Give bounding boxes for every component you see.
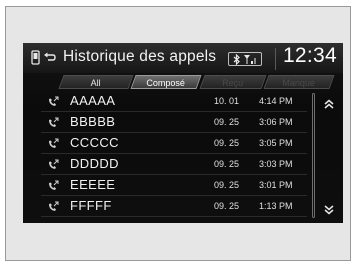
connection-status bbox=[228, 52, 262, 66]
outgoing-call-icon bbox=[49, 117, 59, 127]
contact-name: FFFFF bbox=[70, 198, 112, 213]
row-divider bbox=[41, 195, 307, 196]
call-time: 3:03 PM bbox=[259, 159, 293, 169]
scroll-up-icon[interactable] bbox=[323, 98, 335, 110]
outgoing-call-icon bbox=[49, 96, 59, 106]
contact-name: CCCCC bbox=[70, 135, 119, 150]
call-date: 09. 25 bbox=[214, 159, 240, 169]
row-divider bbox=[41, 216, 307, 217]
call-date: 09. 25 bbox=[214, 180, 240, 190]
row-divider bbox=[41, 174, 307, 175]
clock: 12:34 bbox=[282, 44, 337, 67]
call-date: 09. 25 bbox=[214, 201, 240, 211]
call-time: 1:13 PM bbox=[259, 201, 293, 211]
call-time: 4:14 PM bbox=[259, 96, 293, 106]
contact-name: AAAAA bbox=[70, 93, 116, 108]
call-time: 3:06 PM bbox=[259, 117, 293, 127]
call-row[interactable]: AAAAA 10. 01 4:14 PM bbox=[41, 92, 307, 112]
call-row[interactable]: DDDDD 09. 25 3:03 PM bbox=[41, 155, 307, 175]
row-divider bbox=[41, 111, 307, 112]
call-time: 3:05 PM bbox=[259, 138, 293, 148]
signal-strength-icon bbox=[244, 55, 256, 64]
call-history-screen: Historique des appels 12:34 All Composé … bbox=[23, 43, 343, 223]
clock-divider bbox=[275, 48, 276, 70]
tab-manque[interactable]: Manqué bbox=[263, 75, 335, 89]
outgoing-call-icon bbox=[49, 159, 59, 169]
outgoing-call-icon bbox=[49, 138, 59, 148]
tab-recu[interactable]: Reçu bbox=[199, 75, 267, 89]
page-title: Historique des appels bbox=[63, 48, 217, 65]
bluetooth-icon bbox=[233, 54, 240, 65]
row-divider bbox=[41, 132, 307, 133]
outgoing-call-icon bbox=[49, 180, 59, 190]
contact-name: EEEEE bbox=[70, 177, 116, 192]
call-row[interactable]: FFFFF 09. 25 1:13 PM bbox=[41, 197, 307, 217]
back-icon[interactable] bbox=[43, 50, 56, 65]
call-row[interactable]: CCCCC 09. 25 3:05 PM bbox=[41, 134, 307, 154]
contact-name: BBBBB bbox=[70, 114, 116, 129]
call-date: 09. 25 bbox=[214, 117, 240, 127]
call-filter-tabs: All Composé Reçu Manqué bbox=[58, 75, 335, 89]
call-row[interactable]: BBBBB 09. 25 3:06 PM bbox=[41, 113, 307, 133]
call-row[interactable]: EEEEE 09. 25 3:01 PM bbox=[41, 176, 307, 196]
title-bar: Historique des appels 12:34 bbox=[23, 43, 343, 73]
row-divider bbox=[41, 153, 307, 154]
phone-icon[interactable] bbox=[29, 50, 42, 65]
tab-compose[interactable]: Composé bbox=[130, 75, 202, 89]
call-date: 09. 25 bbox=[214, 138, 240, 148]
call-date: 10. 01 bbox=[214, 96, 240, 106]
tab-all[interactable]: All bbox=[58, 75, 134, 89]
call-time: 3:01 PM bbox=[259, 180, 293, 190]
tab-manque-label: Manqué bbox=[282, 78, 315, 88]
tab-compose-label: Composé bbox=[146, 78, 185, 88]
tab-recu-label: Reçu bbox=[222, 78, 244, 88]
scroll-down-icon[interactable] bbox=[323, 204, 335, 216]
contact-name: DDDDD bbox=[70, 156, 119, 171]
scrollbar[interactable] bbox=[312, 93, 315, 218]
tab-all-label: All bbox=[90, 78, 101, 88]
outgoing-call-icon bbox=[49, 201, 59, 211]
